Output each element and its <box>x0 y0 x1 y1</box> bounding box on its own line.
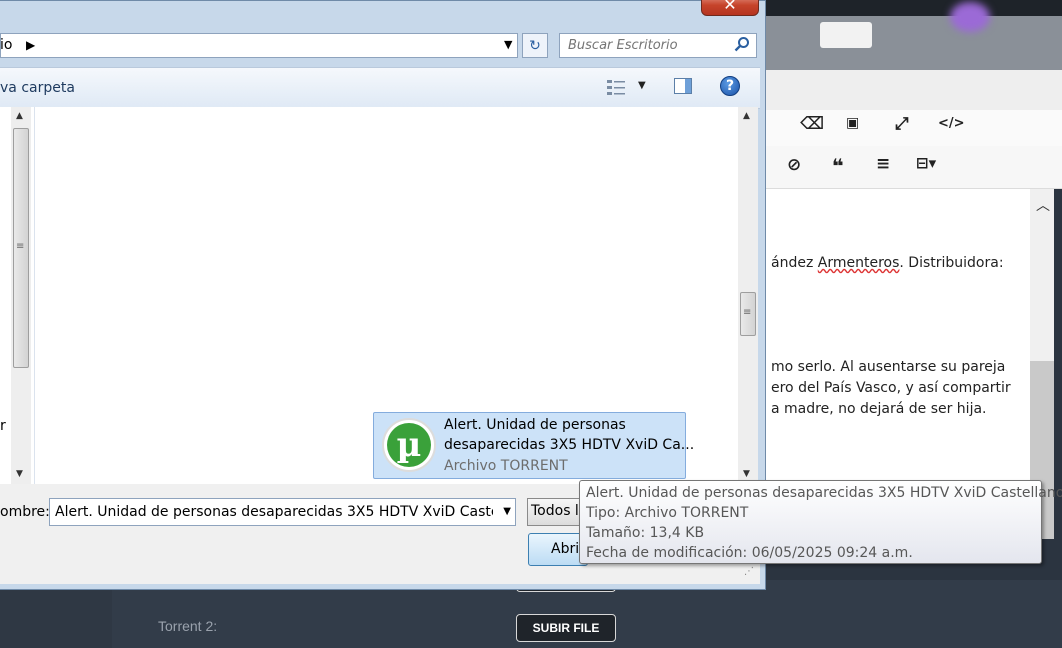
resize-grip-icon[interactable]: ⋰ <box>744 566 754 577</box>
file-name-line-1: Alert. Unidad de personas <box>444 417 626 433</box>
refresh-button[interactable]: ↻ <box>522 33 548 58</box>
scroll-down-icon[interactable]: ▼ <box>16 469 23 479</box>
editor-line-1: ández Armenteros. Distribuidora: <box>771 255 1004 271</box>
upload-file-button[interactable]: SUBIR FILE <box>516 614 616 642</box>
file-list-scrollbar[interactable]: ▲ ≡ ▼ <box>738 107 758 484</box>
new-folder-button[interactable]: va carpeta <box>0 80 75 96</box>
search-icon[interactable] <box>734 36 750 52</box>
utorrent-icon: µ <box>382 418 436 472</box>
quote-icon[interactable]: ❝ <box>832 154 844 178</box>
tooltip-modified: Fecha de modificación: 06/05/2025 09:24 … <box>586 545 913 561</box>
command-bar <box>0 67 760 109</box>
close-button[interactable]: ✕ <box>701 0 759 16</box>
embed-icon[interactable]: ▣ <box>846 115 859 131</box>
editor-line-3: ero del País Vasco, y así compartir <box>771 380 1011 396</box>
profile-avatar[interactable] <box>950 2 990 32</box>
filename-dropdown-icon[interactable]: ▼ <box>503 506 511 517</box>
eye-off-icon[interactable]: ⊘ <box>787 155 801 175</box>
file-item-torrent[interactable]: µ Alert. Unidad de personas desaparecida… <box>373 412 694 479</box>
editor-line-2: mo serlo. Al ausentarse su pareja <box>771 359 1006 375</box>
file-type-filter-label: Todos l <box>531 503 579 519</box>
editor-toolbar-row-2: ⊘ ❝ ≡ ⊟▾ <box>760 146 1062 189</box>
filename-input[interactable] <box>53 503 495 521</box>
expand-icon[interactable]: ⤢ <box>895 114 909 134</box>
open-button-label: Abri <box>551 541 580 557</box>
utorrent-logo-glyph: µ <box>387 423 431 467</box>
search-input[interactable] <box>566 37 730 54</box>
preview-pane-icon[interactable] <box>674 78 692 94</box>
scroll-up-icon[interactable]: ▲ <box>743 111 750 121</box>
address-bar[interactable] <box>0 33 518 58</box>
breadcrumb-arrow-icon[interactable]: ▶ <box>26 38 35 52</box>
address-dropdown-icon[interactable]: ▼ <box>504 38 512 51</box>
tooltip-type: Tipo: Archivo TORRENT <box>586 505 749 521</box>
editor-line-4: a madre, no dejará de ser hija. <box>771 401 987 417</box>
file-type-label: Archivo TORRENT <box>444 458 568 474</box>
tooltip-name: Alert. Unidad de personas desaparecidas … <box>586 485 1062 501</box>
navigation-item-label[interactable]: r <box>0 418 6 434</box>
view-options-icon[interactable] <box>607 79 625 96</box>
search-box[interactable] <box>559 33 757 58</box>
navigation-scrollbar[interactable]: ▲ ≡ ▼ <box>11 107 31 484</box>
scroll-up-icon[interactable]: ︿ <box>1036 195 1050 215</box>
hr-icon[interactable]: ⊟▾ <box>916 154 936 172</box>
file-type-filter[interactable]: Todos l <box>527 498 587 526</box>
tooltip-size: Tamaño: 13,4 KB <box>586 525 705 541</box>
file-tooltip: Alert. Unidad de personas desaparecidas … <box>579 480 1062 564</box>
browser-tab[interactable] <box>820 22 872 48</box>
align-icon[interactable]: ≡ <box>876 154 890 174</box>
view-dropdown-icon[interactable]: ▼ <box>638 80 646 91</box>
address-folder-label[interactable]: io <box>0 37 12 53</box>
filename-combobox[interactable]: ▼ <box>49 498 516 526</box>
scroll-down-icon[interactable]: ▼ <box>743 469 750 479</box>
scroll-up-icon[interactable]: ▲ <box>16 111 23 121</box>
refresh-icon: ↻ <box>529 37 541 54</box>
help-icon[interactable]: ? <box>720 76 740 96</box>
browser-tab-bar <box>760 2 1062 70</box>
eraser-icon[interactable]: ⌫ <box>800 114 824 134</box>
file-name-line-2: desaparecidas 3X5 HDTV XviD Ca... <box>444 437 695 453</box>
grip-icon: ≡ <box>16 241 25 252</box>
code-icon[interactable]: </> <box>938 116 965 131</box>
filename-label: ombre: <box>0 504 50 520</box>
torrent-2-label: Torrent 2: <box>158 618 218 634</box>
editor-toolbar-row-1: ⌫ ▣ ⤢ </> <box>760 110 1062 146</box>
grip-icon: ≡ <box>743 307 752 318</box>
